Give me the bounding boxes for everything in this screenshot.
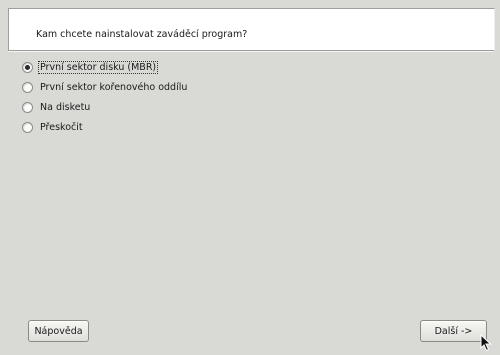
option-floppy-label[interactable]: Na disketu — [39, 102, 91, 113]
mouse-pointer-icon — [480, 334, 492, 352]
option-skip-label[interactable]: Přeskočit — [39, 122, 84, 133]
option-mbr-label[interactable]: První sektor disku (MBR) — [37, 60, 159, 74]
page-title: Kam chcete nainstalovat zaváděcí program… — [36, 29, 248, 40]
radio-root-partition[interactable] — [22, 81, 33, 93]
option-skip[interactable]: Přeskočit — [22, 117, 188, 137]
header-separator — [8, 50, 494, 52]
question-header: Kam chcete nainstalovat zaváděcí program… — [8, 8, 495, 50]
help-button[interactable]: Nápověda — [28, 320, 89, 342]
radio-floppy[interactable] — [22, 101, 33, 113]
option-floppy[interactable]: Na disketu — [22, 97, 188, 117]
bootloader-location-options: První sektor disku (MBR) První sektor ko… — [22, 57, 188, 137]
option-root-partition-label[interactable]: První sektor kořenového oddílu — [39, 82, 188, 93]
option-root-partition[interactable]: První sektor kořenového oddílu — [22, 77, 188, 97]
radio-mbr[interactable] — [22, 61, 33, 73]
next-button[interactable]: Další -> — [420, 320, 487, 342]
radio-skip[interactable] — [22, 121, 33, 133]
option-mbr[interactable]: První sektor disku (MBR) — [22, 57, 188, 77]
installer-window: Kam chcete nainstalovat zaváděcí program… — [0, 0, 500, 355]
